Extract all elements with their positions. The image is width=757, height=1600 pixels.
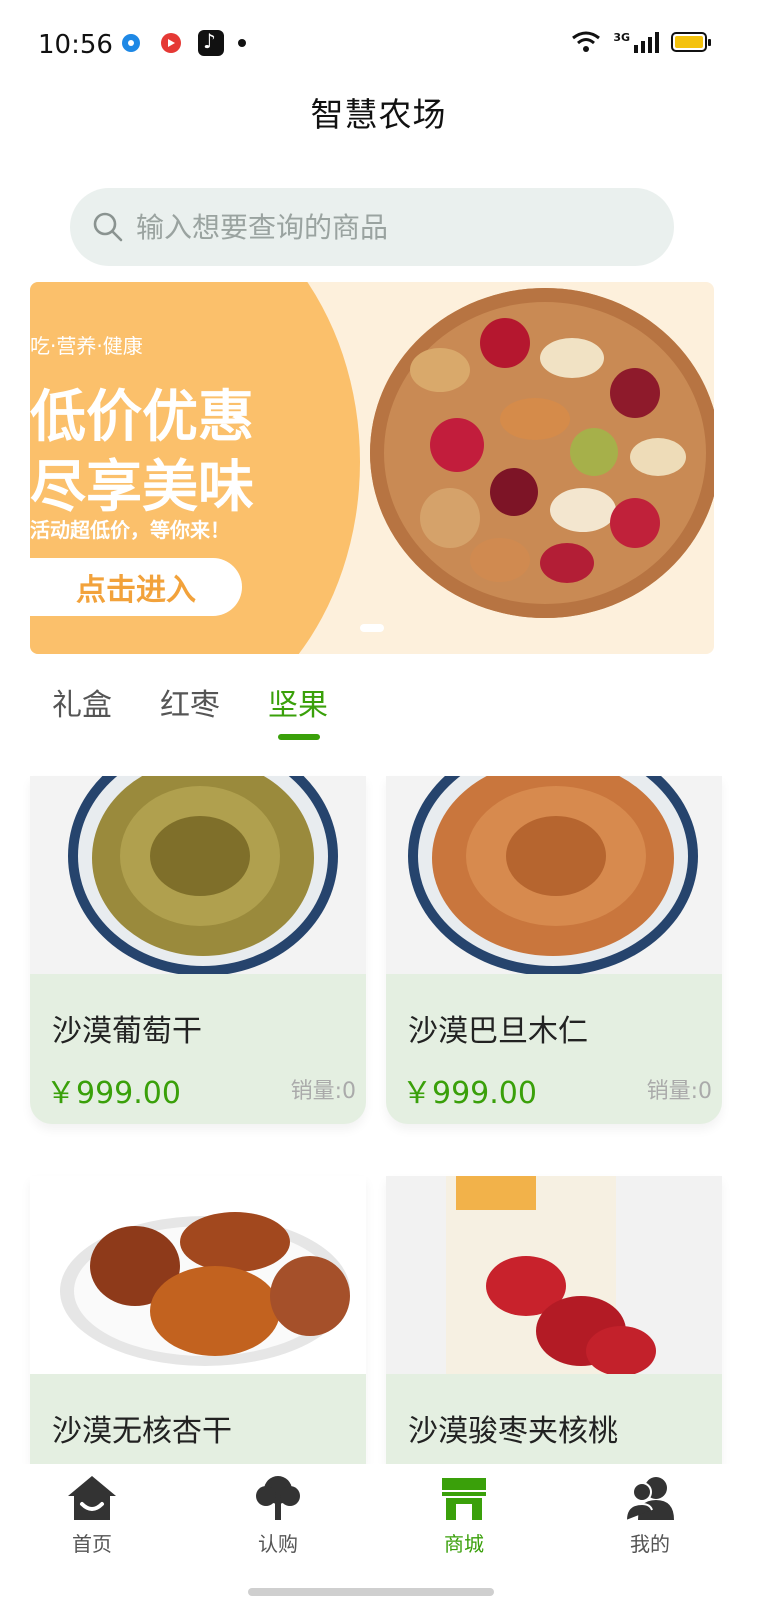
search-icon xyxy=(93,212,123,242)
nav-store[interactable]: 商城 xyxy=(404,1474,524,1557)
product-name: 沙漠巴旦木仁 xyxy=(408,1014,588,1049)
product-card[interactable]: 沙漠骏枣夹核桃 xyxy=(386,1176,722,1464)
nav-mine-label: 我的 xyxy=(630,1532,670,1556)
notification-icons xyxy=(118,29,246,56)
status-bar: 10:56 3G xyxy=(0,0,757,90)
more-notifications-icon xyxy=(238,39,246,47)
active-tab-indicator xyxy=(278,734,320,740)
product-image-almonds xyxy=(386,776,722,974)
product-card[interactable]: 沙漠无核杏干 xyxy=(30,1176,366,1464)
tree-icon xyxy=(256,1476,300,1520)
search-input[interactable] xyxy=(136,188,636,266)
battery-icon xyxy=(671,32,711,52)
nav-home[interactable]: 首页 xyxy=(32,1474,152,1557)
product-card[interactable]: 沙漠葡萄干 ￥999.00 销量:0 xyxy=(30,776,366,1124)
tab-red-dates[interactable]: 红枣 xyxy=(160,680,220,724)
app-notification-icon xyxy=(118,30,144,56)
product-name: 沙漠无核杏干 xyxy=(52,1414,232,1449)
tab-gift-box[interactable]: 礼盒 xyxy=(52,680,112,724)
product-price: ￥999.00 xyxy=(46,1076,181,1111)
tab-nuts[interactable]: 坚果 xyxy=(268,680,328,724)
banner-headline-2: 尽享美味 xyxy=(30,455,254,520)
banner-page-indicator xyxy=(360,624,384,632)
banner-headline-1: 低价优惠 xyxy=(30,385,254,450)
product-name: 沙漠葡萄干 xyxy=(52,1014,202,1049)
product-sales: 销量:0 xyxy=(646,1079,712,1104)
nav-store-label: 商城 xyxy=(444,1532,484,1556)
promo-banner[interactable]: 吃·营养·健康 低价优惠 尽享美味 活动超低价，等你来！ 点击进入 xyxy=(30,282,714,654)
product-image-dates-walnut xyxy=(386,1176,722,1374)
tiktok-icon xyxy=(198,29,224,56)
nav-subscribe[interactable]: 认购 xyxy=(218,1474,338,1557)
product-image-raisins xyxy=(30,776,366,974)
home-indicator-bar xyxy=(248,1588,494,1596)
mixed-nuts-image xyxy=(370,288,714,618)
home-icon xyxy=(68,1476,116,1520)
search-bar[interactable] xyxy=(70,188,674,266)
user-icon xyxy=(625,1477,674,1521)
category-tabs: 礼盒 红枣 坚果 xyxy=(0,676,757,746)
page-title: 智慧农场 xyxy=(310,95,447,134)
banner-enter-button[interactable]: 点击进入 xyxy=(30,558,242,616)
video-app-icon xyxy=(158,30,184,56)
banner-subtext: 活动超低价，等你来！ xyxy=(30,518,230,542)
product-image-dried-apricots xyxy=(30,1176,366,1374)
network-type-label: 3G xyxy=(613,30,630,44)
product-sales: 销量:0 xyxy=(290,1079,356,1104)
wifi-icon xyxy=(572,31,601,52)
nav-subscribe-label: 认购 xyxy=(258,1532,298,1556)
banner-slogan: 吃·营养·健康 xyxy=(30,334,143,358)
signal-icon xyxy=(634,31,659,53)
store-icon xyxy=(442,1478,486,1520)
status-time: 10:56 xyxy=(38,30,113,60)
nav-home-label: 首页 xyxy=(72,1532,112,1556)
nav-mine[interactable]: 我的 xyxy=(590,1474,710,1557)
product-price: ￥999.00 xyxy=(402,1076,537,1111)
product-card[interactable]: 沙漠巴旦木仁 ￥999.00 销量:0 xyxy=(386,776,722,1124)
product-name: 沙漠骏枣夹核桃 xyxy=(408,1414,618,1449)
bottom-navigation: 首页 认购 商城 我的 xyxy=(0,1464,757,1600)
